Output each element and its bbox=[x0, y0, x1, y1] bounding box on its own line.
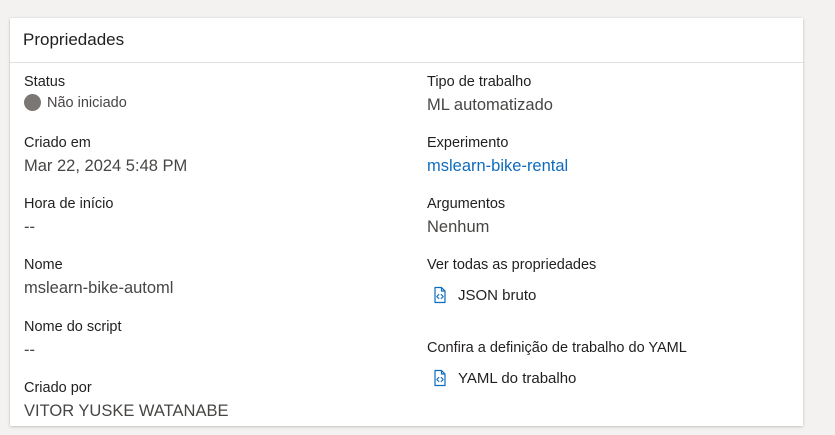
experiment-link[interactable]: mslearn-bike-rental bbox=[427, 155, 568, 177]
status-dot-icon bbox=[24, 94, 41, 111]
status-text: Não iniciado bbox=[47, 94, 127, 111]
status-label: Status bbox=[24, 74, 66, 90]
code-file-icon bbox=[434, 369, 446, 387]
yaml-field: Confira a definição de trabalho do YAML … bbox=[427, 339, 687, 387]
arguments-value: Nenhum bbox=[427, 218, 490, 236]
code-file-icon bbox=[434, 286, 446, 304]
start-time-value: -- bbox=[24, 218, 35, 236]
arguments-label: Argumentos bbox=[427, 196, 506, 212]
json-raw-label: JSON bruto bbox=[458, 286, 537, 304]
properties-card: Propriedades Status Não iniciado Criado … bbox=[10, 18, 803, 426]
job-type-field: Tipo de trabalho ML automatizado bbox=[427, 73, 553, 116]
start-time-field: Hora de início -- bbox=[24, 195, 113, 238]
yaml-label: Confira a definição de trabalho do YAML bbox=[427, 340, 687, 356]
script-name-value: -- bbox=[24, 341, 35, 359]
arguments-field: Argumentos Nenhum bbox=[427, 195, 505, 238]
all-properties-label: Ver todas as propriedades bbox=[427, 257, 597, 273]
status-value: Não iniciado bbox=[24, 94, 127, 111]
name-value: mslearn-bike-automl bbox=[24, 279, 174, 297]
start-time-label: Hora de início bbox=[24, 196, 114, 212]
name-label: Nome bbox=[24, 257, 63, 273]
created-value: Mar 22, 2024 5:48 PM bbox=[24, 157, 188, 175]
created-field: Criado em Mar 22, 2024 5:48 PM bbox=[24, 134, 187, 177]
experiment-field: Experimento mslearn-bike-rental bbox=[427, 134, 568, 177]
created-by-value: VITOR YUSKE WATANABE bbox=[24, 402, 229, 420]
yaml-job-link[interactable]: YAML do trabalho bbox=[431, 369, 687, 387]
job-type-value: ML automatizado bbox=[427, 96, 553, 114]
card-title: Propriedades bbox=[10, 18, 803, 63]
created-by-label: Criado por bbox=[24, 380, 92, 396]
status-field: Status Não iniciado bbox=[24, 73, 127, 111]
created-by-field: Criado por VITOR YUSKE WATANABE bbox=[24, 379, 228, 422]
json-raw-link[interactable]: JSON bruto bbox=[431, 286, 596, 304]
created-label: Criado em bbox=[24, 135, 91, 151]
experiment-label: Experimento bbox=[427, 135, 509, 151]
name-field: Nome mslearn-bike-automl bbox=[24, 256, 173, 299]
yaml-job-label: YAML do trabalho bbox=[458, 369, 577, 387]
job-type-label: Tipo de trabalho bbox=[427, 74, 532, 90]
all-properties-field: Ver todas as propriedades JSON bruto bbox=[427, 256, 596, 304]
script-name-field: Nome do script -- bbox=[24, 318, 122, 361]
script-name-label: Nome do script bbox=[24, 319, 122, 335]
